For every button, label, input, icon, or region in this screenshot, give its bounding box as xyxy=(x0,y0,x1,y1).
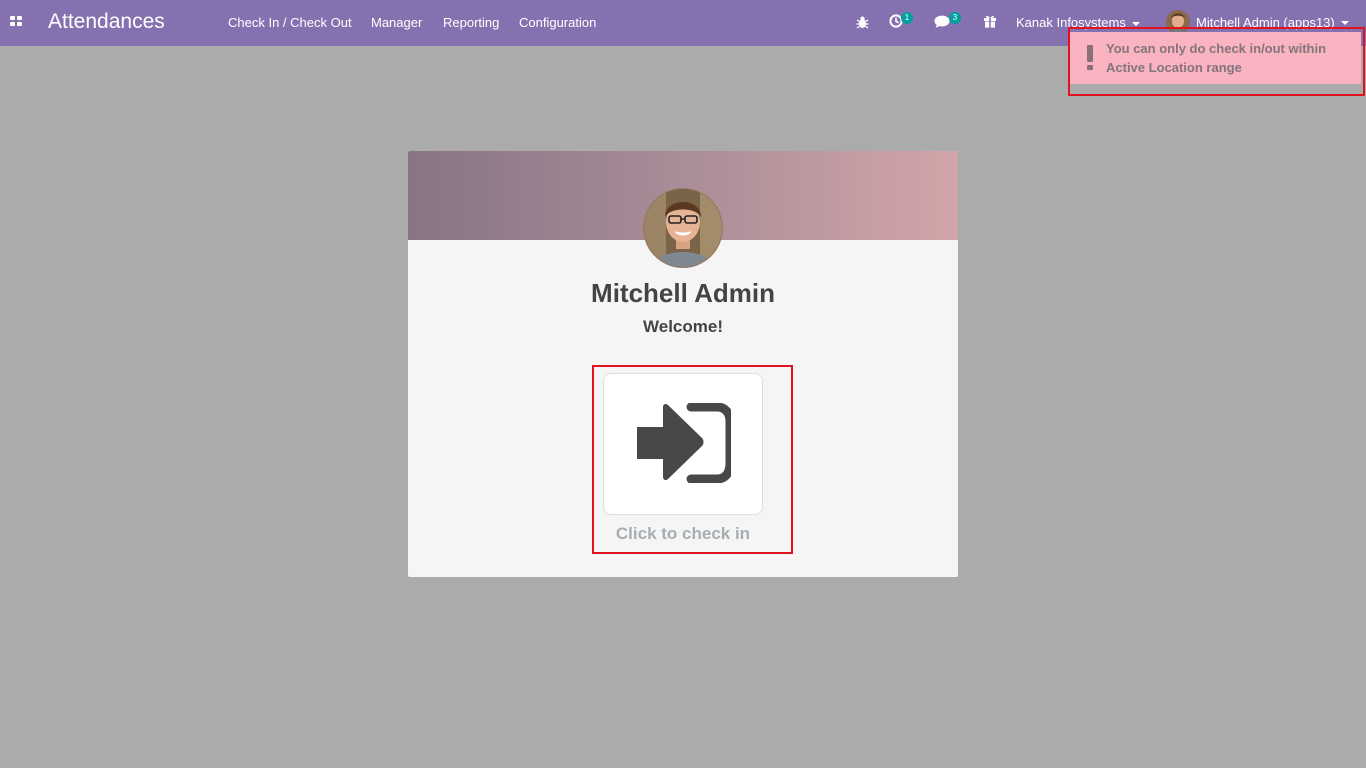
menu-configuration[interactable]: Configuration xyxy=(519,15,596,31)
chevron-down-icon xyxy=(1341,21,1349,25)
app-title[interactable]: Attendances xyxy=(48,9,165,35)
bug-icon[interactable] xyxy=(856,15,869,34)
menu-reporting[interactable]: Reporting xyxy=(443,15,499,31)
menu-check-in-check-out[interactable]: Check In / Check Out xyxy=(228,15,352,31)
chevron-down-icon xyxy=(1131,21,1140,26)
chat-icon[interactable] xyxy=(934,15,950,34)
highlight-box xyxy=(592,365,793,554)
activity-count-badge: 1 xyxy=(901,12,913,24)
employee-avatar xyxy=(643,188,723,268)
messages-count-badge: 3 xyxy=(949,12,961,24)
gift-icon[interactable] xyxy=(983,14,997,33)
employee-name: Mitchell Admin xyxy=(591,278,775,308)
menu-manager[interactable]: Manager xyxy=(371,15,422,31)
highlight-box xyxy=(1068,27,1365,96)
welcome-message: Welcome! xyxy=(643,317,723,336)
apps-grid-icon[interactable] xyxy=(10,16,23,28)
